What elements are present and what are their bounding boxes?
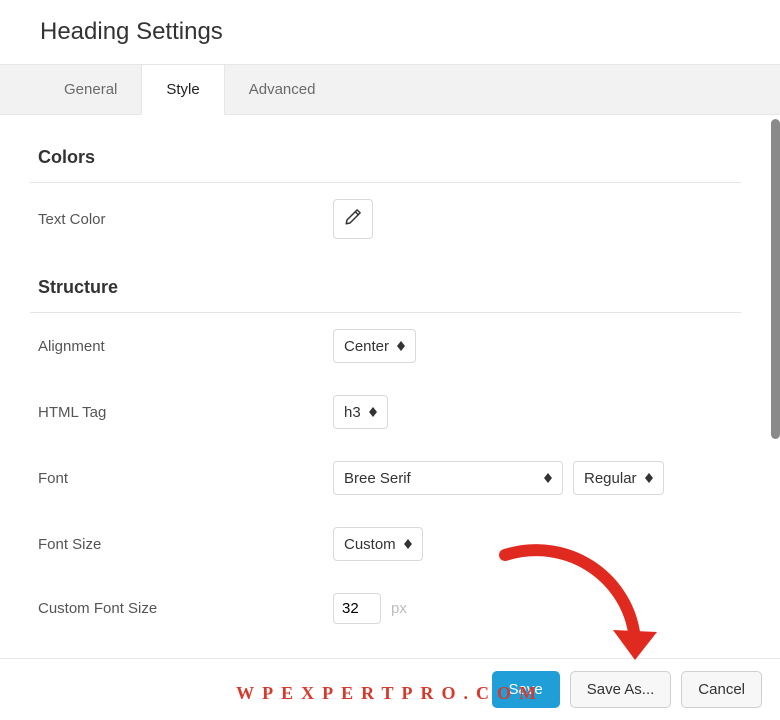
settings-dialog: Heading Settings General Style Advanced …	[0, 0, 780, 720]
dialog-title: Heading Settings	[0, 0, 780, 64]
stepper-arrows-icon	[544, 473, 552, 483]
tab-general[interactable]: General	[40, 65, 141, 114]
tab-style[interactable]: Style	[141, 65, 224, 115]
scrollbar-thumb[interactable]	[771, 119, 780, 439]
font-weight-select[interactable]: Regular	[573, 461, 664, 495]
row-font: Font Bree Serif Regular	[30, 445, 741, 511]
label-custom-font-size: Custom Font Size	[38, 600, 333, 617]
eyedropper-icon	[344, 208, 362, 231]
row-text-color: Text Color	[30, 183, 741, 255]
content-wrap: Colors Text Color Structure	[0, 115, 780, 658]
font-weight-value: Regular	[584, 470, 637, 487]
row-html-tag: HTML Tag h3	[30, 379, 741, 445]
label-alignment: Alignment	[38, 338, 333, 355]
label-font: Font	[38, 470, 333, 487]
dialog-footer: Save Save As... Cancel	[0, 658, 780, 720]
html-tag-value: h3	[344, 404, 361, 421]
tab-bar: General Style Advanced	[0, 64, 780, 115]
stepper-arrows-icon	[645, 473, 653, 483]
stepper-arrows-icon	[369, 407, 377, 417]
scrollbar[interactable]	[771, 115, 780, 658]
save-as-button[interactable]: Save As...	[570, 671, 672, 708]
row-custom-font-size: Custom Font Size px	[30, 577, 741, 640]
unit-label: px	[391, 600, 407, 617]
stepper-arrows-icon	[404, 539, 412, 549]
content-scroll[interactable]: Colors Text Color Structure	[0, 115, 771, 658]
font-family-select[interactable]: Bree Serif	[333, 461, 563, 495]
save-button[interactable]: Save	[492, 671, 560, 708]
label-html-tag: HTML Tag	[38, 404, 333, 421]
row-alignment: Alignment Center	[30, 313, 741, 379]
section-structure-title: Structure	[30, 255, 741, 313]
alignment-value: Center	[344, 338, 389, 355]
text-color-picker[interactable]	[333, 199, 373, 239]
label-font-size: Font Size	[38, 536, 333, 553]
font-family-value: Bree Serif	[344, 470, 411, 487]
alignment-select[interactable]: Center	[333, 329, 416, 363]
section-colors-title: Colors	[30, 125, 741, 183]
stepper-arrows-icon	[397, 341, 405, 351]
font-size-value: Custom	[344, 536, 396, 553]
html-tag-select[interactable]: h3	[333, 395, 388, 429]
tab-advanced[interactable]: Advanced	[225, 65, 340, 114]
font-size-select[interactable]: Custom	[333, 527, 423, 561]
label-text-color: Text Color	[38, 211, 333, 228]
cancel-button[interactable]: Cancel	[681, 671, 762, 708]
custom-font-size-input[interactable]	[333, 593, 381, 624]
row-font-size: Font Size Custom	[30, 511, 741, 577]
